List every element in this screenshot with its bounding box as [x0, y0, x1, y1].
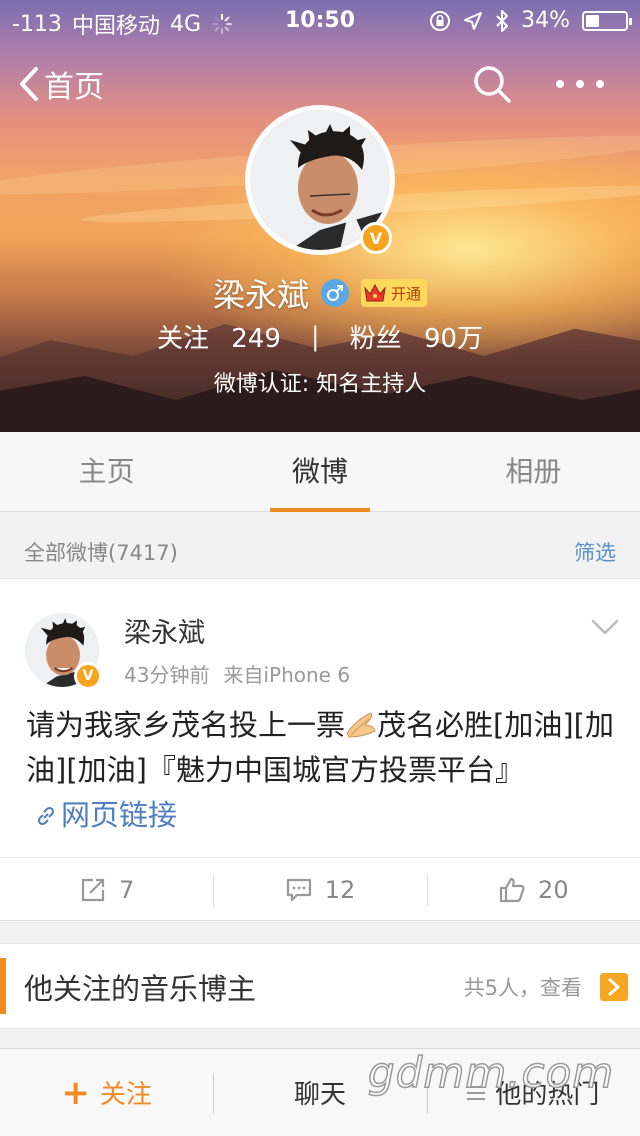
search-icon[interactable] [472, 64, 512, 104]
post-card[interactable]: V 梁永斌 43分钟前 来自iPhone 6 请为我家乡茂名投上一票 茂名必胜[加… [0, 578, 640, 921]
follow-label: 关注 [99, 1080, 152, 1110]
battery-percent: 34% [521, 8, 570, 33]
profile-tabs: 主页 微博 相册 [0, 432, 640, 512]
tab-weibo[interactable]: 微博 [213, 432, 426, 512]
profile-header: -113 中国移动 4G 10:50 34% 首页 V 梁永斌 开通 关注 24… [0, 0, 640, 432]
repost-icon [81, 878, 105, 901]
section-title: 他关注的音乐博主 [24, 972, 257, 1006]
bluetooth-icon [496, 9, 509, 32]
battery-level [586, 14, 599, 27]
crown-icon [364, 283, 386, 302]
plus-icon: + [61, 1072, 90, 1113]
repost-count: 7 [119, 875, 135, 904]
vip-open-label: 开通 [391, 284, 422, 303]
post-body: 请为我家乡茂名投上一票 茂名必胜[加油][加油][加油]『魅力中国城官方投票平台』… [26, 703, 616, 838]
post-time: 43分钟前 [124, 663, 210, 687]
music-bloggers-section[interactable]: 他关注的音乐博主 共5人，查看 [0, 943, 640, 1029]
post-actions: 7 12 20 [0, 857, 640, 921]
followers-stat[interactable]: 粉丝 90万 [350, 318, 483, 355]
following-label: 关注 [156, 324, 209, 354]
link-icon [37, 806, 55, 826]
followers-label: 粉丝 [349, 324, 402, 354]
post-source: 来自iPhone 6 [223, 663, 351, 687]
chevron-left-icon [20, 67, 38, 101]
nav-bar: 首页 [0, 56, 640, 112]
like-button[interactable]: 20 [426, 858, 640, 921]
profile-name-row: 梁永斌 开通 [0, 270, 640, 316]
watermark: gdmm.com [367, 1047, 615, 1098]
web-link-label: 网页链接 [61, 798, 178, 832]
post-meta: 43分钟前 来自iPhone 6 [124, 659, 350, 688]
comment-count: 12 [324, 875, 356, 904]
thumbs-up-icon [499, 877, 525, 902]
chevron-down-icon[interactable] [590, 617, 620, 637]
comment-icon [286, 878, 311, 901]
post-filter-bar: 全部微博(7417) 筛选 [0, 528, 640, 576]
stats-divider: | [310, 321, 320, 352]
profile-name: 梁永斌 [212, 276, 309, 314]
post-text-part1: 请为我家乡茂名投上一票 [26, 708, 346, 742]
like-count: 20 [538, 875, 569, 904]
following-stat[interactable]: 关注 249 [157, 318, 281, 355]
male-gender-icon [321, 279, 349, 307]
all-posts-count: 全部微博(7417) [24, 541, 178, 565]
followers-count: 90万 [423, 324, 484, 354]
more-options-icon[interactable] [556, 64, 604, 104]
verification-text: 微博认证: 知名主持人 [213, 372, 427, 397]
profile-stats: 关注 249 | 粉丝 90万 [0, 318, 640, 355]
rotation-lock-icon [430, 10, 451, 31]
repost-button[interactable]: 7 [0, 858, 213, 921]
filter-button[interactable]: 筛选 [574, 537, 616, 567]
battery-icon [582, 10, 632, 31]
tab-album[interactable]: 相册 [427, 432, 640, 511]
status-bar: -113 中国移动 4G 10:50 34% [0, 0, 640, 40]
web-link[interactable]: 网页链接 [26, 798, 177, 832]
chat-label: 聊天 [293, 1080, 346, 1110]
verified-badge-icon: V [360, 222, 392, 254]
praying-hands-icon [346, 712, 376, 738]
post-author-name[interactable]: 梁永斌 [124, 611, 205, 650]
tab-home[interactable]: 主页 [0, 432, 213, 511]
back-button[interactable]: 首页 [18, 62, 104, 106]
chevron-right-icon [600, 973, 628, 1001]
comment-button[interactable]: 12 [213, 858, 426, 921]
back-label: 首页 [44, 70, 104, 105]
section-view-link[interactable]: 共5人，查看 [464, 972, 628, 1002]
vip-open-badge[interactable]: 开通 [361, 279, 428, 307]
section-accent-bar [0, 958, 6, 1014]
location-icon [464, 11, 483, 30]
following-count: 249 [231, 324, 281, 354]
section-count-text: 共5人，查看 [463, 976, 582, 1000]
verified-badge-icon: V [74, 662, 102, 690]
follow-button[interactable]: + 关注 [0, 1049, 213, 1136]
